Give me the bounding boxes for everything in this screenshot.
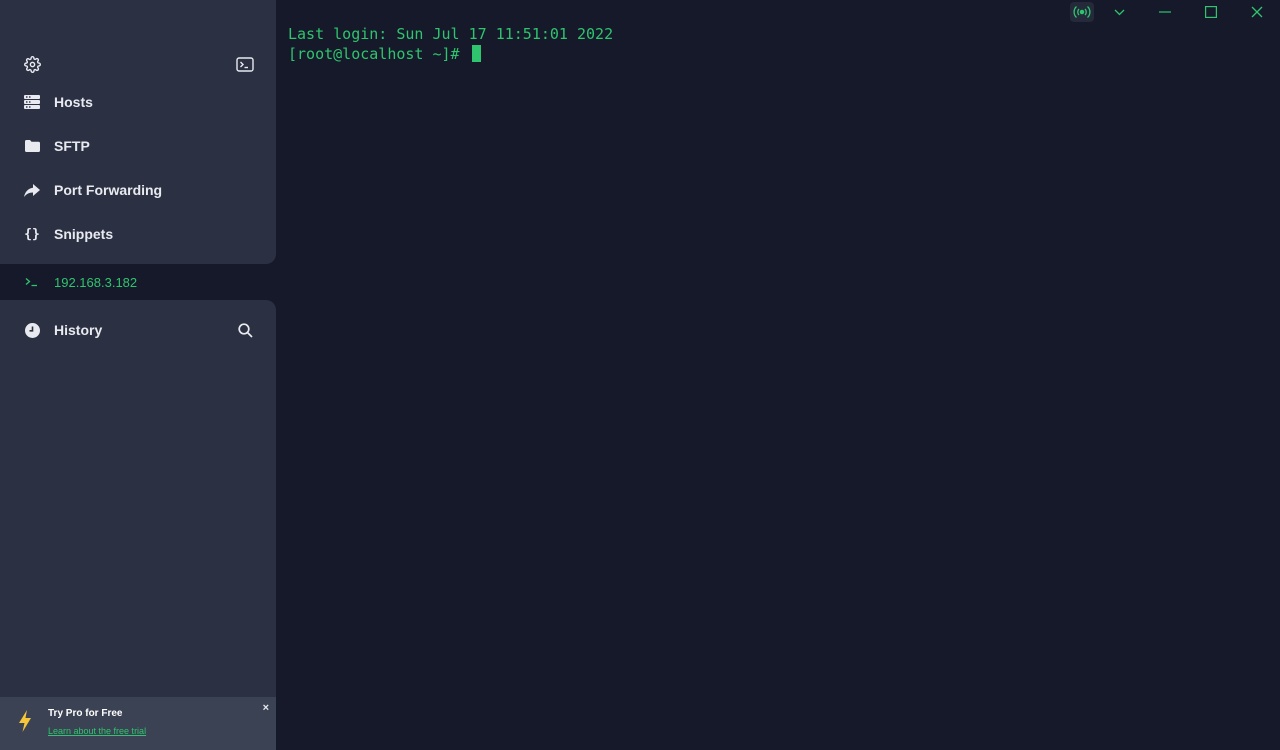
clock-icon [24, 322, 40, 338]
sidebar-item-snippets[interactable]: {} Snippets [0, 212, 276, 256]
port-forwarding-icon [24, 182, 40, 198]
sidebar-item-label: Port Forwarding [54, 182, 163, 198]
terminal-prompt-icon [24, 274, 40, 290]
folder-icon [24, 138, 40, 154]
terminal-output-line: Last login: Sun Jul 17 11:51:01 2022 [288, 25, 614, 43]
new-terminal-icon[interactable] [235, 54, 255, 74]
sidebar-nav-panel: Hosts SFTP Port Forwarding {} Snippets [0, 0, 276, 264]
search-icon[interactable] [235, 320, 255, 340]
sidebar-item-label: History [54, 322, 103, 338]
chevron-down-icon[interactable] [1108, 0, 1130, 24]
terminal-prompt-line: [root@localhost ~]# [288, 44, 481, 64]
broadcast-icon[interactable] [1070, 2, 1094, 22]
minimize-icon[interactable] [1154, 0, 1176, 24]
close-icon[interactable]: × [263, 702, 269, 714]
sidebar-item-port-forwarding[interactable]: Port Forwarding [0, 168, 276, 212]
sidebar: Hosts SFTP Port Forwarding {} Snippets 1… [0, 0, 276, 750]
terminal-prompt-text: [root@localhost ~]# [288, 45, 469, 63]
hosts-icon [24, 94, 40, 110]
app-window: Hosts SFTP Port Forwarding {} Snippets 1… [0, 0, 1280, 750]
terminal-pane[interactable]: Last login: Sun Jul 17 11:51:01 2022 [ro… [276, 0, 1280, 750]
settings-gear-icon[interactable] [22, 54, 42, 74]
terminal-cursor [471, 45, 481, 62]
sidebar-item-sftp[interactable]: SFTP [0, 124, 276, 168]
close-window-icon[interactable] [1246, 0, 1268, 24]
pro-trial-banner: Try Pro for Free Learn about the free tr… [0, 697, 276, 750]
lightning-bolt-icon [19, 710, 31, 732]
sidebar-item-label: Snippets [54, 226, 114, 242]
braces-icon: {} [24, 226, 40, 242]
session-tab-active[interactable]: 192.168.3.182 [10, 264, 276, 300]
free-trial-link[interactable]: Learn about the free trial [48, 726, 146, 736]
promo-title: Try Pro for Free [48, 708, 123, 719]
session-label: 192.168.3.182 [54, 274, 138, 290]
maximize-icon[interactable] [1200, 0, 1222, 24]
sidebar-item-label: Hosts [54, 94, 93, 110]
sidebar-item-label: SFTP [54, 138, 90, 154]
sidebar-item-hosts[interactable]: Hosts [0, 80, 276, 124]
sidebar-history-panel: History [0, 300, 276, 750]
